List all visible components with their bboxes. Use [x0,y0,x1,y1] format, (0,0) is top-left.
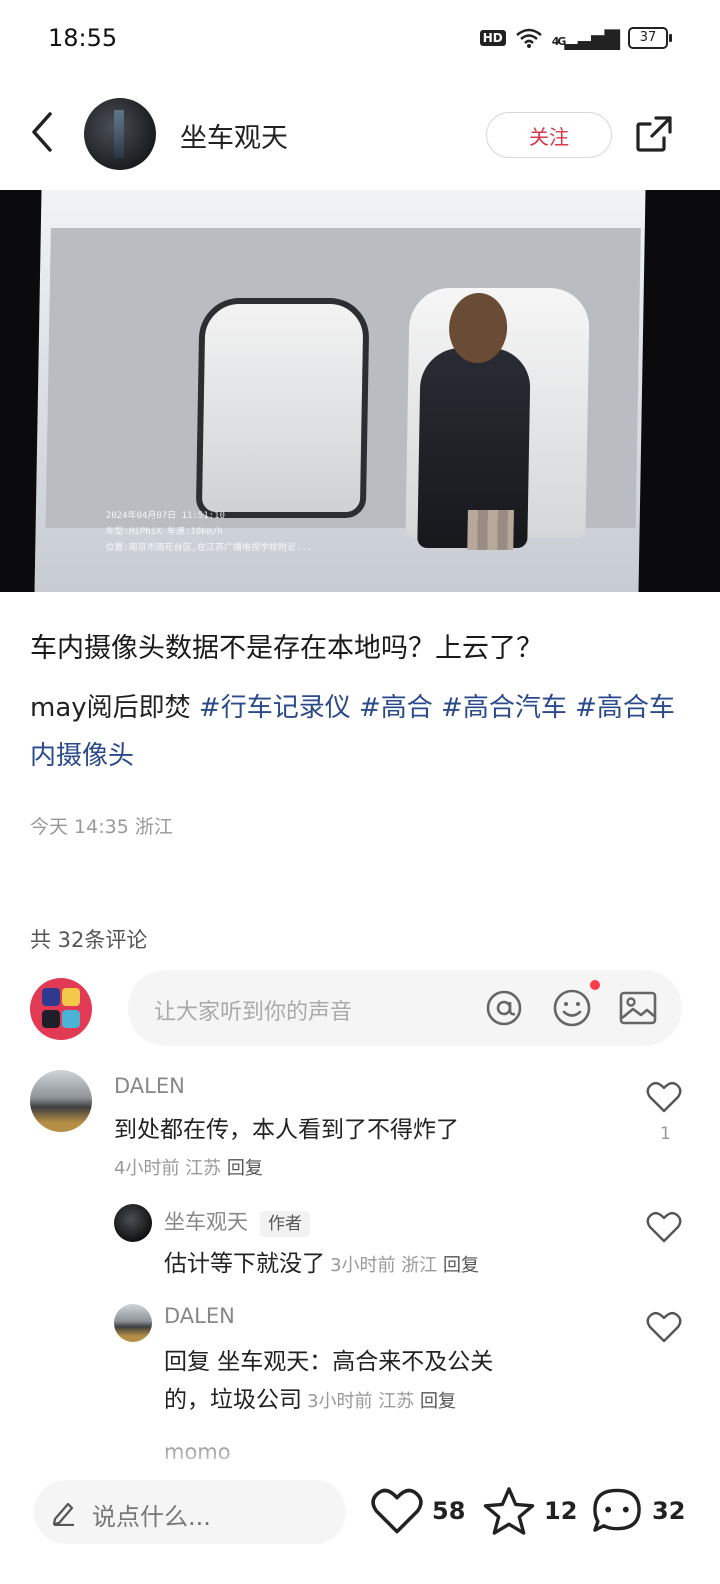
status-time: 18:55 [48,24,118,52]
share-icon[interactable] [634,114,674,154]
post-body: may阅后即焚 #行车记录仪 #高合 #高合汽车 #高合车内摄像头 [30,684,690,780]
reply-time: 3小时前 [307,1391,373,1412]
bottom-action-bar: 说点什么... 58 12 32 [0,1470,720,1584]
mosaic-blur [467,510,514,550]
car-camera-screen: 2024年04月07日 11:51:10 车型:HiPhiX 车速:10km/h… [34,190,646,592]
reply-line: 的，垃圾公司 3小时前 江苏 回复 [164,1380,456,1420]
comment-like-count: 1 [660,1124,671,1144]
reply-button[interactable]: 回复 [227,1158,263,1179]
battery-icon: 37 [628,27,672,49]
author-badge: 作者 [260,1211,310,1237]
like-button[interactable]: 58 [370,1486,465,1536]
commenter-avatar[interactable] [30,1070,92,1132]
status-icons: HD 4G▂▃▅▇ 37 [479,26,672,50]
reply-avatar[interactable] [114,1204,152,1242]
mention-icon[interactable] [484,988,524,1028]
hashtag-gaohe[interactable]: #高合 [359,693,433,723]
like-count: 58 [432,1497,466,1525]
follow-button[interactable]: 关注 [486,112,612,158]
post-title: 车内摄像头数据不是存在本地吗？上云了？ [30,633,543,664]
reply-line: 估计等下就没了 3小时前 浙江 回复 [164,1244,479,1284]
reply-text-line1: 回复 坐车观天：高合来不及公关 [164,1349,494,1375]
post-header: 坐车观天 关注 [0,88,720,180]
comment-time: 4小时前 [114,1158,180,1179]
camera-overlay-text: 2024年04月07日 11:51:10 车型:HiPhiX 车速:10km/h… [105,508,313,556]
author-name[interactable]: 坐车观天 [180,116,288,155]
emoji-notification-dot [590,980,600,990]
image-icon[interactable] [618,988,658,1028]
favorite-count: 12 [544,1497,578,1525]
emoji-icon[interactable] [552,988,592,1028]
author-avatar[interactable] [84,98,156,170]
hd-icon: HD [479,30,506,46]
comment-button[interactable]: 32 [590,1486,685,1536]
comment-meta: 4小时前 江苏 回复 [114,1154,263,1180]
overlay-model: 车型:HiPhiX 车速:10km/h [105,527,223,537]
comment-count: 共 32条评论 [30,928,148,952]
comment-input-placeholder: 让大家听到你的声音 [154,1000,353,1025]
comment-total: 32 [652,1497,686,1525]
heart-icon[interactable] [646,1310,682,1344]
post-body-text: may阅后即焚 [30,693,191,723]
commenter-name[interactable]: DALEN [114,1074,185,1098]
hashtag-gaohe-auto[interactable]: #高合汽车 [441,693,567,723]
reply-meta: 3小时前 浙江 回复 [330,1255,479,1276]
comment-region: 江苏 [185,1158,222,1179]
reply-button[interactable]: 回复 [420,1391,456,1412]
heart-icon[interactable] [646,1080,682,1114]
comment-text: 到处都在传，本人看到了不得炸了 [114,1117,459,1143]
wifi-icon [515,28,542,48]
star-icon [483,1487,535,1535]
reply-button[interactable]: 回复 [443,1255,479,1276]
pencil-icon [52,1502,74,1526]
reply-author-row: 坐车观天 作者 [164,1206,310,1237]
reply-text-line2: 的，垃圾公司 [164,1387,302,1413]
status-bar: 18:55 HD 4G▂▃▅▇ 37 [0,0,720,80]
reply-text: 估计等下就没了 [164,1251,325,1277]
reply-time: 3小时前 [330,1255,396,1276]
heart-icon[interactable] [646,1210,682,1244]
reply-region: 江苏 [378,1391,415,1412]
hashtag-dashcam[interactable]: #行车记录仪 [199,693,351,723]
cabin-camera-frame: 2024年04月07日 11:51:10 车型:HiPhiX 车速:10km/h… [45,228,641,553]
reply-region: 浙江 [401,1255,438,1276]
say-something-input[interactable]: 说点什么... [34,1480,346,1544]
post-meta: 今天 14:35 浙江 [30,812,173,839]
comment-bubble-icon [593,1488,641,1532]
my-avatar[interactable] [30,978,92,1040]
favorite-button[interactable]: 12 [482,1486,577,1536]
post-location: 浙江 [134,816,173,838]
overlay-date: 2024年04月07日 11:51:10 [105,511,226,521]
post-image[interactable]: 2024年04月07日 11:51:10 车型:HiPhiX 车速:10km/h… [0,190,720,592]
reply-meta: 3小时前 江苏 回复 [307,1391,456,1412]
child-seat [195,298,370,518]
reply-avatar[interactable] [114,1304,152,1342]
reply-author-name[interactable]: 坐车观天 [164,1210,248,1234]
say-something-placeholder: 说点什么... [92,1503,211,1531]
overlay-location: 位置:南京市雨花台区,在江苏广播电视学校附近... [105,543,313,553]
back-icon[interactable] [26,110,58,154]
heart-icon [371,1488,423,1534]
cellular-signal-icon: 4G▂▃▅▇ [551,26,620,50]
reply-author-name[interactable]: DALEN [164,1304,235,1328]
post-time: 今天 14:35 [30,816,129,838]
comment-input[interactable]: 让大家听到你的声音 [128,970,682,1046]
